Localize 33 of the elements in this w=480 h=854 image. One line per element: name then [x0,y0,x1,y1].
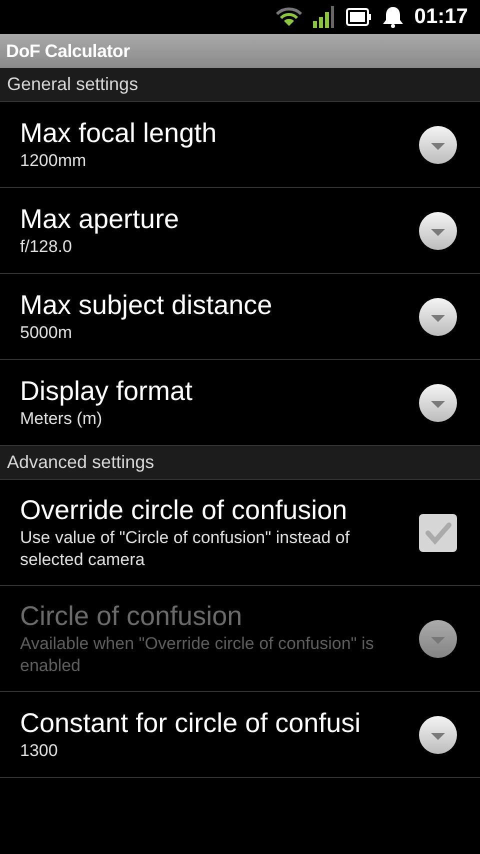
signal-icon [312,5,336,29]
section-title: Advanced settings [7,452,154,473]
app-title: DoF Calculator [6,40,130,62]
preference-row[interactable]: Max focal length 1200mm [0,102,480,188]
preference-title: Max focal length [20,116,218,150]
preference-summary: 1200mm [20,150,88,172]
preference-row[interactable]: Max aperture f/128.0 [0,188,480,274]
preference-title: Override circle of confusion [20,494,348,527]
dropdown-icon[interactable] [418,124,458,164]
preference-title: Circle of confusion [20,600,244,633]
battery-icon [346,8,372,26]
dropdown-icon[interactable] [418,382,458,422]
preference-title: Constant for circle of confusi [20,706,362,740]
preference-title: Max aperture [20,202,180,236]
preference-row[interactable]: Max subject distance 5000m [0,274,480,360]
section-title: General settings [7,74,138,95]
clock-time: 01:17 [414,5,468,29]
preference-summary: 1300 [20,740,59,762]
preference-summary: Available when "Override circle of confusion" is enabled [20,633,375,678]
checkbox[interactable] [418,512,458,552]
preference-title: Max subject distance [20,288,274,322]
preference-title: Display format [20,374,194,408]
notification-bell-icon [382,6,404,28]
preference-summary: f/128.0 [20,236,73,258]
dropdown-icon[interactable] [418,714,458,754]
wifi-icon [276,7,302,27]
preference-summary: Meters (m) [20,408,104,430]
dropdown-icon[interactable] [418,210,458,250]
preference-row[interactable]: Constant for circle of confusi 1300 [0,692,480,778]
dropdown-icon[interactable] [418,296,458,336]
preference-summary: 5000m [20,322,73,344]
preference-summary: Use value of "Circle of confusion" instead of selected camera [20,527,351,572]
preference-row[interactable]: Override circle of confusion Use value of "Circle of confusion" instead of selected camera [0,480,480,586]
